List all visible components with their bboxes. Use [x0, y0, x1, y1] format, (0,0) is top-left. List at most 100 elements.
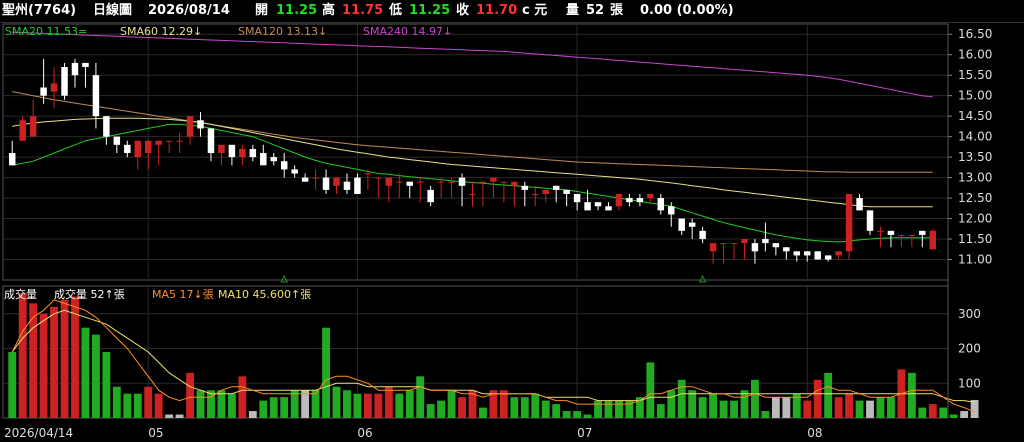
price-tick-label: 11.00 [958, 253, 992, 267]
candle-body [343, 181, 351, 190]
volume-bar [311, 390, 320, 418]
volume-bar [343, 390, 351, 418]
candle-body [511, 181, 518, 186]
volume-bar [363, 393, 372, 418]
date-tick-label: 2026/04/14 [4, 426, 73, 440]
candle-body [573, 193, 581, 203]
volume-bar [259, 400, 268, 418]
candle-body [469, 193, 476, 195]
candle-body [416, 181, 424, 183]
signal-marker [280, 274, 289, 283]
candle-body [615, 193, 623, 207]
volume-bar [405, 390, 414, 418]
volume-bar [217, 390, 226, 418]
volume-bar [123, 393, 132, 418]
volume-bar [949, 414, 958, 418]
volume-legend-item: 成交量 52↑張 [54, 287, 125, 301]
candle-body [824, 255, 832, 260]
candle-body [50, 83, 58, 92]
volume-bar [8, 352, 17, 418]
candle-body [176, 140, 183, 142]
candle-body [458, 177, 466, 186]
volume-bar [186, 372, 194, 418]
candle-body [845, 193, 853, 252]
candle-body [61, 67, 68, 96]
candle-body [563, 189, 570, 194]
volume-bar [855, 400, 864, 418]
candle-body [82, 62, 89, 68]
candle-body [762, 239, 769, 244]
volume-bar [165, 414, 174, 418]
volume-bar [688, 390, 697, 418]
price-tick-label: 15.50 [958, 68, 992, 82]
candle-body [835, 251, 842, 256]
volume-bar [866, 400, 874, 418]
volume-bar [39, 313, 48, 418]
candle-body [375, 177, 382, 179]
date-tick-label: 05 [148, 426, 163, 440]
candle-body [228, 144, 236, 158]
candle-body [280, 161, 288, 170]
signal-marker [698, 274, 707, 283]
volume-bar [562, 411, 571, 418]
price-tick-label: 13.50 [958, 150, 992, 164]
volume-bar [18, 292, 27, 418]
volume-bar [112, 386, 121, 418]
candle-body [542, 189, 549, 194]
candle-body [207, 128, 215, 154]
volume-bar [384, 386, 393, 418]
candle-body [92, 75, 100, 117]
candle-body [218, 144, 225, 154]
sma-legend-item: SMA60 12.29↓ [120, 25, 202, 38]
candle-body [500, 181, 508, 183]
candle-body [406, 181, 413, 186]
candle-body [793, 251, 801, 256]
volume-bar [740, 390, 749, 418]
sma-legend-item: SMA120 13.13↓ [238, 25, 327, 38]
volume-bar [751, 379, 759, 418]
volume-bar [353, 393, 362, 418]
candle-body [354, 177, 361, 194]
candle-body [448, 181, 455, 183]
sma120-line [12, 91, 933, 173]
candle-body [333, 177, 340, 186]
candle-body [385, 177, 393, 186]
price-tick-label: 15.00 [958, 89, 992, 103]
volume-bar [332, 386, 341, 418]
volume-bar [81, 327, 90, 418]
candle-body [155, 140, 162, 145]
volume-bar [677, 379, 686, 418]
volume-bar [520, 397, 529, 418]
candle-body [647, 193, 654, 199]
candle-body [113, 136, 121, 145]
volume-bar [730, 400, 738, 418]
volume-bar [144, 386, 153, 418]
candle-body [40, 87, 47, 96]
volume-bar [133, 393, 142, 418]
candle-body [521, 185, 529, 190]
volume-bar [552, 404, 561, 418]
volume-bar [60, 299, 69, 418]
candle-body [678, 218, 685, 231]
volume-legend-item: 成交量 [4, 287, 37, 301]
volume-bar [824, 372, 833, 418]
candle-body [605, 206, 612, 211]
candle-body [165, 140, 173, 142]
candle-body [71, 62, 79, 76]
volume-bar [437, 400, 446, 418]
volume-bar [698, 397, 707, 418]
candle-body [688, 222, 696, 227]
candle-body [584, 202, 591, 211]
price-tick-label: 14.50 [958, 109, 992, 123]
date-tick-label: 08 [807, 426, 822, 440]
candle-body [783, 247, 790, 252]
volume-bar [771, 397, 780, 418]
volume-legend-item: MA10 45.600↑張 [218, 288, 311, 301]
candle-body [751, 243, 759, 252]
candle-body [877, 230, 884, 232]
volume-bar [510, 397, 519, 418]
date-tick-label: 06 [357, 426, 372, 440]
candle-body [720, 243, 727, 245]
stock-chart: 11.00 11.50 12.00 12.50 13.00 13.50 14.00 14.50… [2, 23, 992, 440]
volume-bar [154, 393, 163, 418]
